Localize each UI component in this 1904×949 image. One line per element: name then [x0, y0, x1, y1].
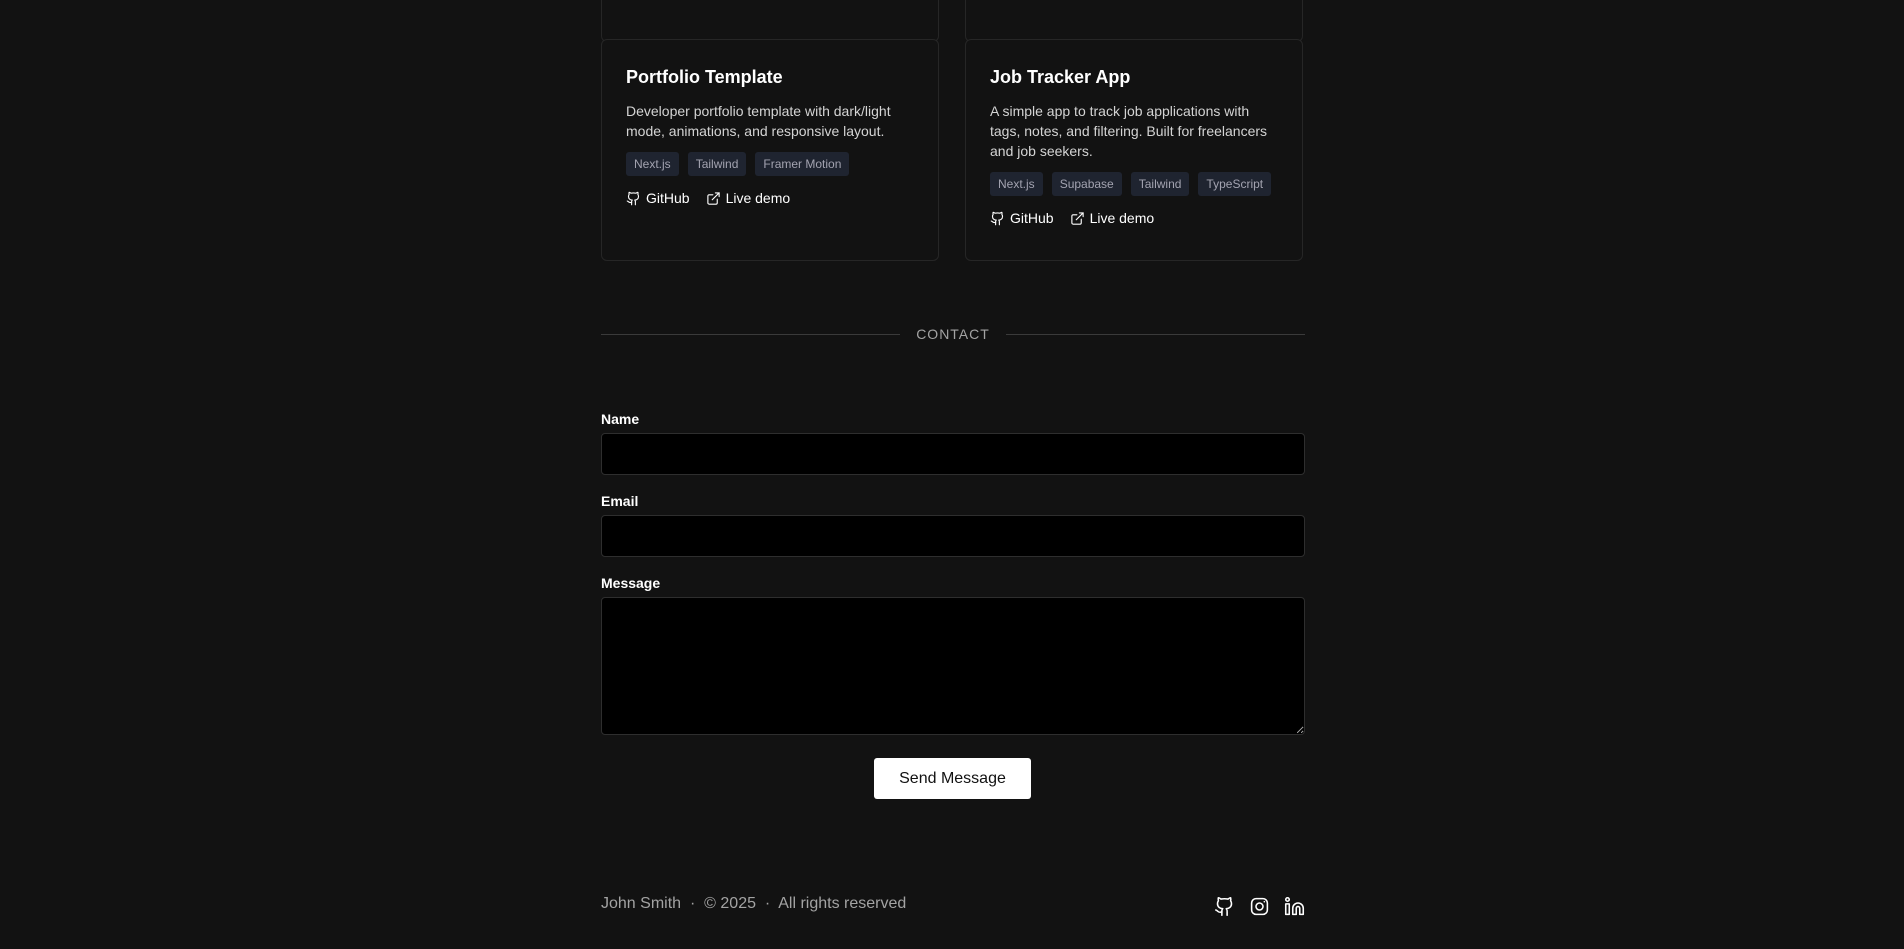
- instagram-icon: [1250, 897, 1269, 916]
- project-title: Job Tracker App: [990, 67, 1131, 87]
- tag: Next.js: [626, 152, 679, 176]
- project-links: GitHub Live demo: [626, 189, 914, 207]
- project-card-partial: [601, 0, 939, 42]
- email-label: Email: [601, 493, 639, 509]
- external-link-icon: [706, 191, 720, 205]
- github-link[interactable]: GitHub: [626, 189, 690, 207]
- github-icon: [626, 191, 640, 205]
- github-link-label: GitHub: [1010, 210, 1054, 226]
- social-links: [1214, 896, 1305, 922]
- contact-heading: CONTACT: [916, 326, 990, 342]
- tag: Tailwind: [687, 152, 747, 176]
- github-icon: [990, 211, 1004, 225]
- tag: Next.js: [990, 172, 1043, 196]
- footer-name: John Smith: [601, 895, 682, 912]
- linkedin-icon: [1284, 896, 1305, 916]
- project-card-job-tracker-app: Job Tracker App A simple app to track jo…: [965, 39, 1303, 261]
- tag: TypeScript: [1198, 172, 1272, 196]
- linkedin-social-link[interactable]: [1284, 896, 1305, 922]
- live-demo-label: Live demo: [725, 190, 791, 206]
- project-card-portfolio-template: Portfolio Template Developer portfolio t…: [601, 39, 939, 261]
- project-title: Portfolio Template: [626, 67, 783, 87]
- divider-line: [1005, 333, 1305, 335]
- tag-list: Next.js Supabase Tailwind TypeScript: [990, 172, 1278, 196]
- project-links: GitHub Live demo: [990, 209, 1278, 227]
- name-label: Name: [601, 411, 640, 427]
- name-input[interactable]: [601, 433, 1305, 475]
- live-demo-link[interactable]: Live demo: [1070, 209, 1155, 227]
- github-link-label: GitHub: [646, 190, 690, 206]
- footer-rights: All rights reserved: [778, 895, 907, 912]
- instagram-social-link[interactable]: [1249, 896, 1270, 922]
- footer-copyright: © 2025: [704, 895, 756, 912]
- contact-section-divider: CONTACT: [601, 326, 1305, 342]
- footer-info: John Smith · © 2025 · All rights reserve…: [601, 895, 906, 913]
- tag: Framer Motion: [755, 152, 850, 176]
- message-label: Message: [601, 575, 661, 591]
- message-textarea[interactable]: [601, 597, 1305, 735]
- project-description: Developer portfolio template with dark/l…: [626, 103, 891, 139]
- external-link-icon: [1070, 211, 1084, 225]
- tag: Tailwind: [1130, 172, 1190, 196]
- github-icon: [1214, 896, 1233, 917]
- github-link[interactable]: GitHub: [990, 209, 1054, 227]
- tag-list: Next.js Tailwind Framer Motion: [626, 152, 914, 176]
- live-demo-link[interactable]: Live demo: [706, 189, 791, 207]
- divider-line: [601, 333, 901, 335]
- live-demo-label: Live demo: [1089, 210, 1155, 226]
- email-input[interactable]: [601, 515, 1305, 557]
- send-message-button[interactable]: Send Message: [874, 758, 1031, 799]
- project-description: A simple app to track job applications w…: [990, 103, 1268, 159]
- tag: Supabase: [1051, 172, 1122, 196]
- project-card-partial: [965, 0, 1303, 42]
- github-social-link[interactable]: [1214, 896, 1235, 922]
